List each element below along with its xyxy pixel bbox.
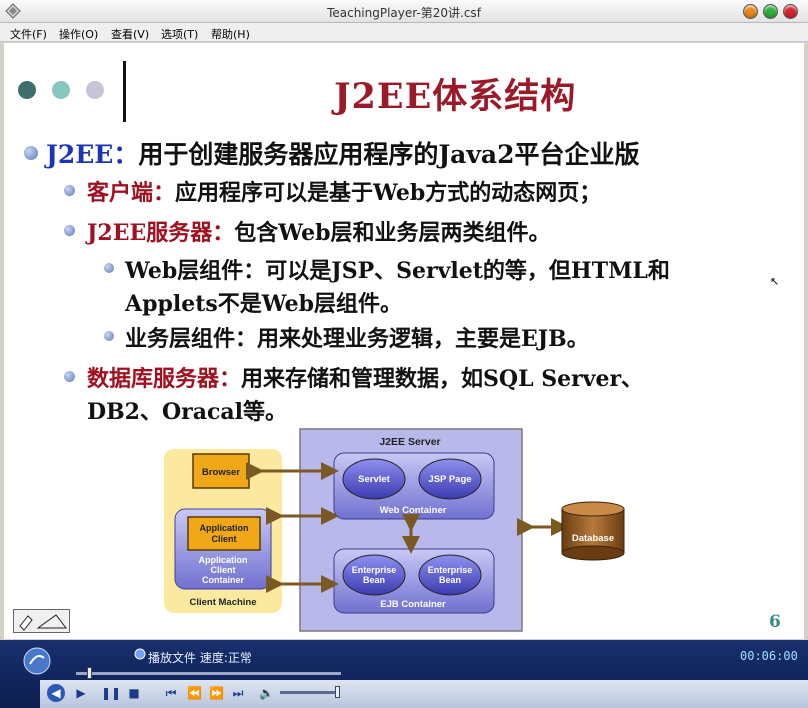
menu-file[interactable]: 文件(F) xyxy=(10,26,47,42)
database-label: Database xyxy=(572,533,614,544)
client-machine-label: Client Machine xyxy=(189,597,256,608)
enterprise-bean-label-1b: Bean xyxy=(363,575,385,585)
servlet-label: Servlet xyxy=(358,474,391,485)
control-strip xyxy=(40,680,808,708)
enterprise-bean-label-2a: Enterprise xyxy=(428,565,473,575)
enterprise-bean-label-1a: Enterprise xyxy=(352,565,397,575)
minimize-button[interactable] xyxy=(743,4,758,19)
title-bar: TeachingPlayer-第20讲.csf xyxy=(0,0,808,23)
close-button[interactable] xyxy=(783,4,798,19)
skip-start-button[interactable]: ⏮ xyxy=(164,686,178,700)
menu-view[interactable]: 查看(V) xyxy=(111,26,149,42)
slide-canvas: J2EE体系结构 J2EE：用于创建服务器应用程序的Java2平台企业版 客户端… xyxy=(4,43,804,639)
volume-thumb[interactable] xyxy=(335,686,340,698)
playback-status: 播放文件 速度:正常 xyxy=(148,651,252,665)
menu-help[interactable]: 帮助(H) xyxy=(211,26,250,42)
app-client-label-1: Application xyxy=(200,523,249,533)
playback-time: 00:06:00 xyxy=(740,649,798,663)
skip-end-button[interactable]: ⏭ xyxy=(231,686,245,700)
app-client-label-2: Client xyxy=(211,534,236,544)
rewind-icon[interactable]: ◀ xyxy=(47,684,65,702)
status-icon xyxy=(134,648,146,660)
pen-icon xyxy=(19,614,68,631)
app-client-container-label-2: Client xyxy=(210,565,235,575)
window-title: TeachingPlayer-第20讲.csf xyxy=(327,6,481,20)
player-logo-icon xyxy=(23,647,51,675)
volume-track[interactable] xyxy=(280,691,340,694)
jsp-page-label: JSP Page xyxy=(428,474,471,485)
web-container-label: Web Container xyxy=(380,505,447,516)
maximize-button[interactable] xyxy=(763,4,778,19)
progress-track[interactable] xyxy=(76,672,341,675)
step-forward-button[interactable]: ⏩ xyxy=(209,686,224,700)
player-bar: 播放文件 速度:正常 00:06:00 ◀ ▶ ❚❚ ■ ⏮ ⏪ ⏩ ⏭ 🔈 xyxy=(0,640,808,708)
app-client-container-label-3: Container xyxy=(202,575,245,585)
step-back-button[interactable]: ⏪ xyxy=(187,686,202,700)
ejb-container-label: EJB Container xyxy=(380,599,446,610)
menu-bar: 文件(F) 操作(O) 查看(V) 选项(T) 帮助(H) xyxy=(0,23,808,42)
browser-label: Browser xyxy=(202,467,240,478)
play-button[interactable]: ▶ xyxy=(74,686,88,700)
enterprise-bean-label-2b: Bean xyxy=(439,575,461,585)
menu-operate[interactable]: 操作(O) xyxy=(59,26,98,42)
pause-button[interactable]: ❚❚ xyxy=(101,686,121,700)
j2ee-server-label: J2EE Server xyxy=(379,436,440,448)
stop-button[interactable]: ■ xyxy=(127,686,141,700)
page-number: 6 xyxy=(769,612,781,632)
volume-icon[interactable]: 🔈 xyxy=(259,686,274,700)
notes-toggle-button[interactable] xyxy=(13,609,70,633)
menu-options[interactable]: 选项(T) xyxy=(161,26,198,42)
architecture-diagram: Browser Application Client Application C… xyxy=(164,428,625,632)
app-client-container-label-1: Application xyxy=(199,555,248,565)
database-icon xyxy=(561,501,625,561)
progress-thumb[interactable] xyxy=(87,667,93,679)
